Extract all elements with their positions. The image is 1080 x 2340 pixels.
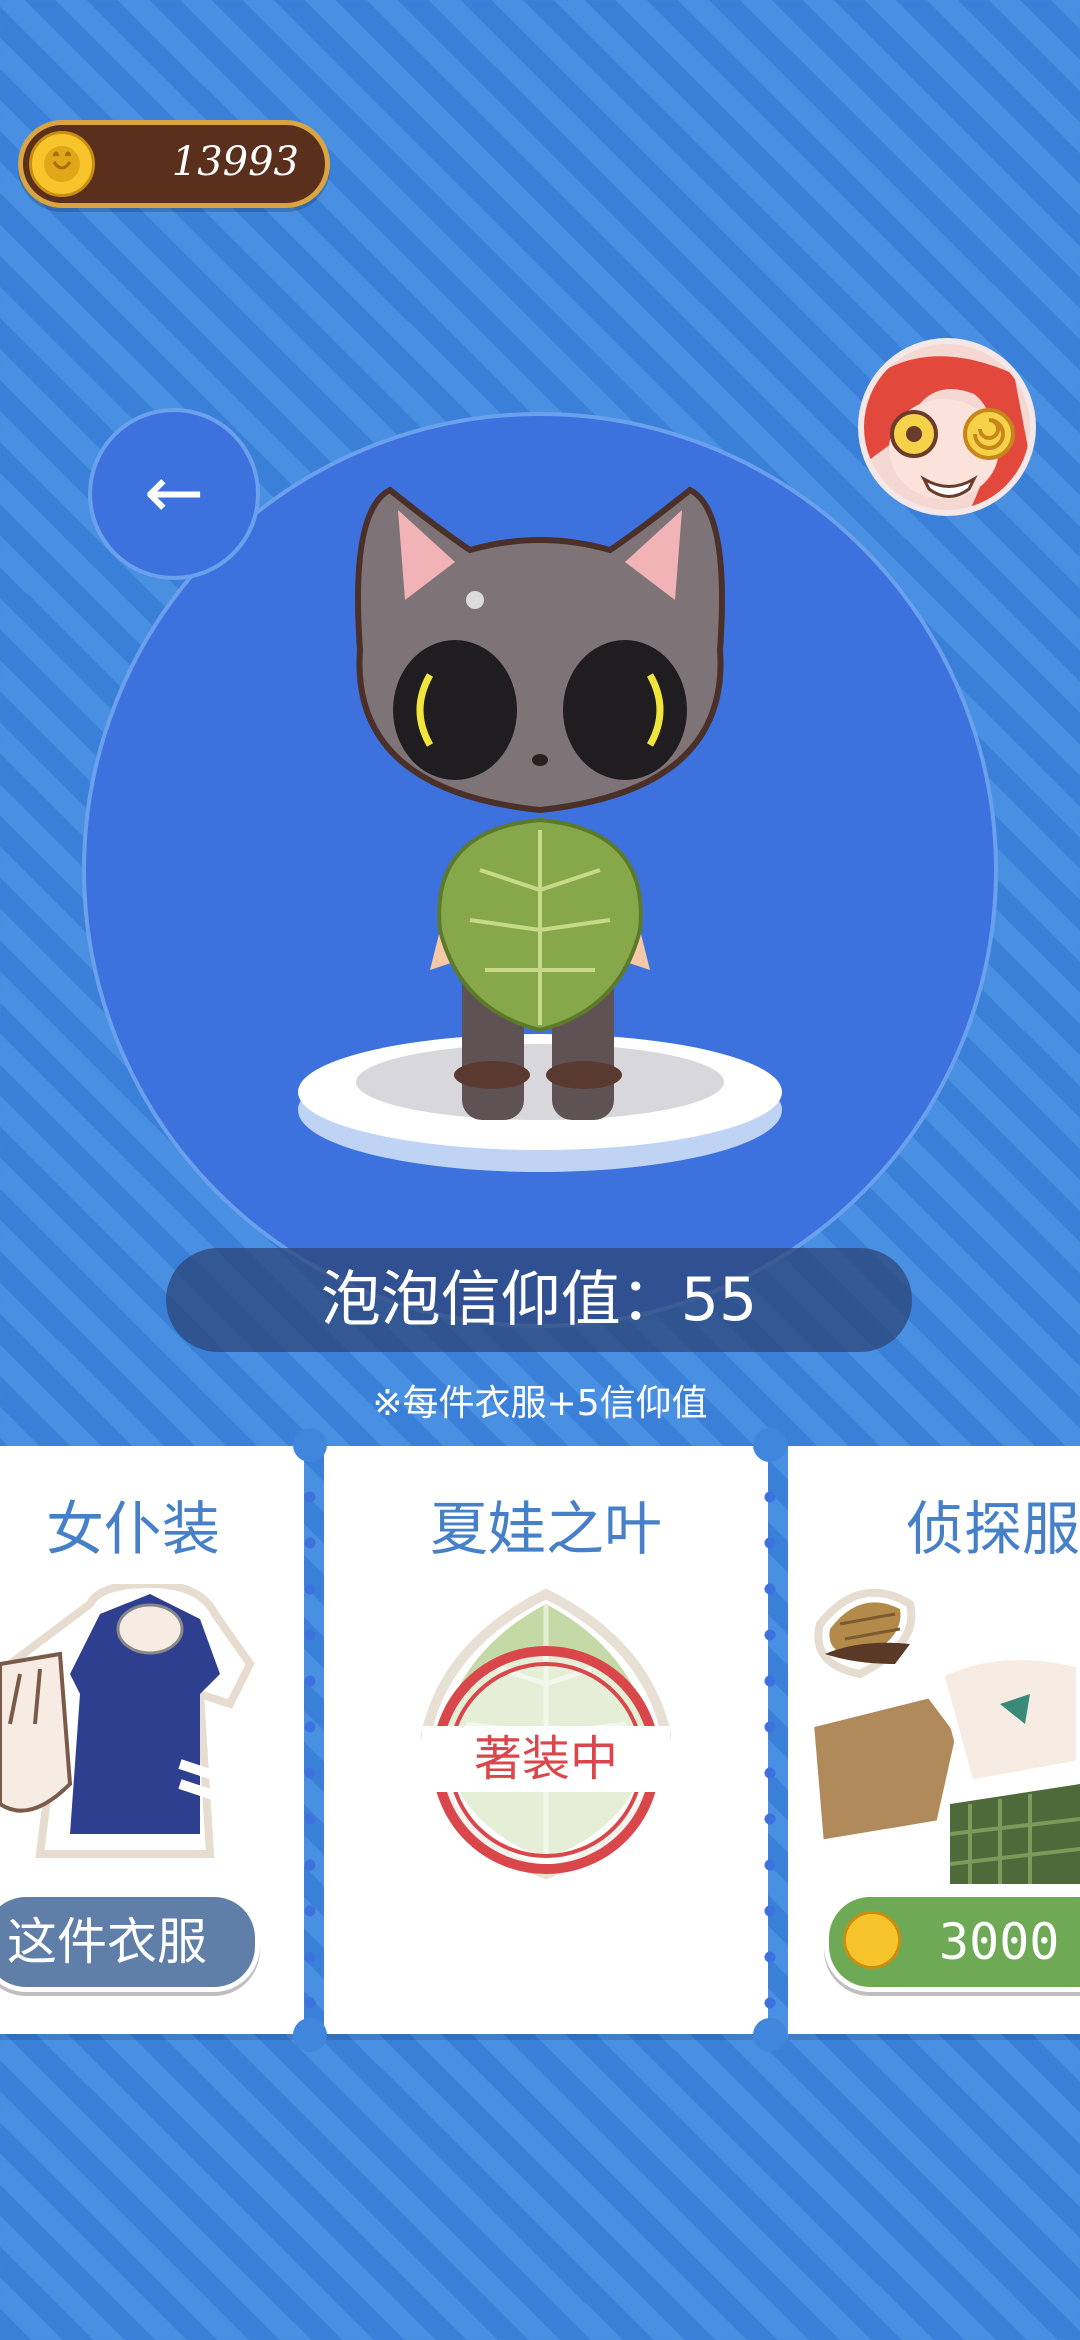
detective-outfit-image [805, 1588, 1080, 1884]
wearing-stamp-label: 著装中 [422, 1726, 670, 1792]
ticket-notch [753, 2018, 787, 2052]
ticket-notch [293, 1428, 327, 1462]
faith-note: ※每件衣服+5信仰值 [372, 1383, 708, 1424]
maid-outfit-image [0, 1584, 255, 1858]
outfit-name: 夏娃之叶 [429, 1495, 662, 1563]
price-label: 3000 [939, 1913, 1060, 1971]
outfit-card-maid[interactable]: 女仆装 这件衣服 [0, 1446, 304, 2034]
outfit-name: 女仆装 [45, 1495, 220, 1563]
faith-value-bar: 泡泡信仰值：55 [166, 1248, 912, 1352]
coin-icon [843, 1911, 901, 1969]
outfit-card-eve-leaf[interactable]: 夏娃之叶 著装中 [324, 1446, 768, 2034]
faith-value-label: 泡泡信仰值：55 [320, 1265, 758, 1335]
outfit-name: 侦探服 [906, 1495, 1080, 1563]
character-avatar[interactable] [858, 338, 1036, 516]
back-button[interactable]: ← [88, 408, 260, 580]
ticket-notch [753, 1428, 787, 1462]
coin-balance: 13993 [18, 120, 330, 208]
back-arrow-icon: ← [143, 450, 205, 534]
wear-this-label: 这件衣服 [7, 1913, 207, 1971]
buy-button[interactable]: 3000 [824, 1892, 1080, 1992]
character-preview [298, 486, 782, 1172]
wear-this-button[interactable]: 这件衣服 [0, 1892, 260, 1992]
ticket-notch [293, 2018, 327, 2052]
coin-icon [29, 131, 95, 197]
perforation-divider [304, 1474, 316, 2014]
outfit-card-detective[interactable]: 侦探服 3000 [788, 1446, 1080, 2034]
perforation-divider [764, 1474, 776, 2014]
wearing-stamp: 著装中 [422, 1646, 670, 1874]
coin-amount: 13993 [171, 139, 299, 185]
